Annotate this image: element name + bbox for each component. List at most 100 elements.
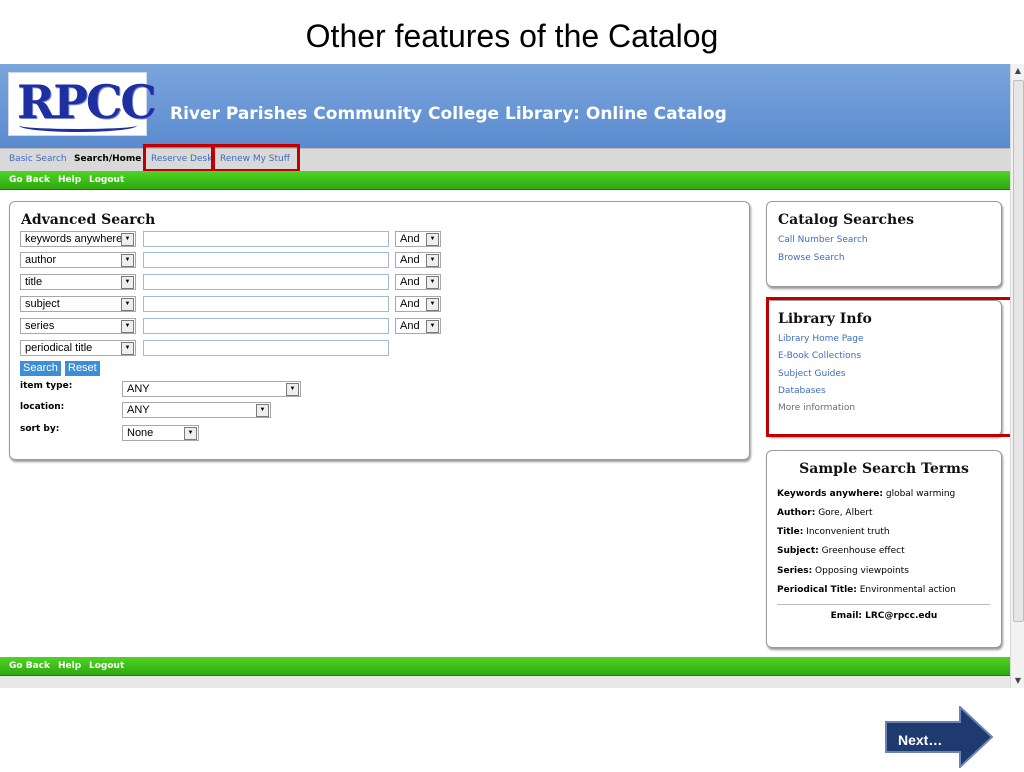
field-select-3[interactable]: title ▼ (20, 274, 136, 290)
next-button[interactable]: Next… (884, 704, 994, 770)
field-select-2-value: author (25, 254, 57, 266)
search-button[interactable]: Search (20, 361, 61, 376)
logo-swoosh-icon (19, 119, 137, 132)
catalog-searches-title: Catalog Searches (778, 212, 915, 228)
search-term-input-5[interactable] (143, 318, 389, 334)
logout-link[interactable]: Logout (89, 661, 124, 671)
field-select-4[interactable]: subject ▼ (20, 296, 136, 312)
tab-search-home[interactable]: Search/Home (74, 154, 141, 164)
top-nav-bar: Go Back Help Logout (0, 171, 1010, 190)
contact-email[interactable]: Email: LRC@rpcc.edu (767, 611, 1001, 621)
reserve-desk-highlight (143, 144, 214, 172)
sample-term-row: Periodical Title: Environmental action (777, 585, 956, 595)
item-type-value: ANY (127, 383, 150, 395)
sort-by-value: None (127, 427, 154, 439)
dropdown-arrow-icon: ▼ (121, 276, 134, 289)
operator-select-5-value: And (400, 320, 420, 332)
dropdown-arrow-icon: ▼ (121, 298, 134, 311)
rpcc-logo[interactable]: RPCC (8, 72, 157, 136)
field-select-5-value: series (25, 320, 55, 332)
sample-search-terms-title: Sample Search Terms (799, 461, 969, 477)
search-term-input-4[interactable] (143, 296, 389, 312)
dropdown-arrow-icon: ▼ (426, 276, 439, 289)
field-select-3-value: title (25, 276, 43, 288)
sample-term-label: Title: (777, 527, 804, 537)
dropdown-arrow-icon: ▼ (426, 254, 439, 267)
go-back-link[interactable]: Go Back (9, 175, 50, 185)
dropdown-arrow-icon: ▼ (121, 254, 134, 267)
vertical-scrollbar[interactable]: ▲ ▼ (1010, 64, 1024, 688)
operator-select-1-value: And (400, 233, 420, 245)
sample-term-value: Inconvenient truth (806, 527, 890, 537)
field-select-2[interactable]: author ▼ (20, 252, 136, 268)
dropdown-arrow-icon: ▼ (426, 233, 439, 246)
library-info-highlight (766, 297, 1018, 437)
item-type-select[interactable]: ANY ▼ (122, 381, 301, 397)
search-term-input-2[interactable] (143, 252, 389, 268)
sample-term-value: Environmental action (859, 585, 956, 595)
field-select-1-value: keywords anywhere (25, 233, 123, 245)
operator-select-5[interactable]: And ▼ (395, 318, 441, 334)
divider (777, 604, 990, 605)
browse-search-link[interactable]: Browse Search (778, 253, 845, 263)
item-type-label: item type: (20, 381, 73, 391)
operator-select-3-value: And (400, 276, 420, 288)
sort-by-label: sort by: (20, 424, 60, 434)
field-select-4-value: subject (25, 298, 60, 310)
call-number-search-link[interactable]: Call Number Search (778, 235, 868, 245)
catalog-header: RPCC River Parishes Community College Li… (0, 64, 1010, 148)
field-select-1[interactable]: keywords anywhere ▼ (20, 231, 136, 247)
reset-button[interactable]: Reset (65, 361, 100, 376)
sample-term-label: Subject: (777, 546, 819, 556)
scroll-down-icon[interactable]: ▼ (1011, 674, 1024, 688)
next-label: Next… (898, 732, 943, 748)
sample-search-terms-panel: Sample Search Terms Keywords anywhere: g… (766, 450, 1002, 648)
dropdown-arrow-icon: ▼ (121, 342, 134, 355)
operator-select-3[interactable]: And ▼ (395, 274, 441, 290)
sample-term-value: global warming (885, 489, 956, 499)
search-term-input-6[interactable] (143, 340, 389, 356)
sample-term-row: Title: Inconvenient truth (777, 527, 890, 537)
browser-viewport: RPCC River Parishes Community College Li… (0, 64, 1024, 688)
location-value: ANY (127, 404, 150, 416)
scroll-thumb[interactable] (1013, 80, 1024, 622)
dropdown-arrow-icon: ▼ (121, 233, 134, 246)
sample-term-label: Series: (777, 566, 813, 576)
help-link[interactable]: Help (58, 175, 81, 185)
operator-select-2[interactable]: And ▼ (395, 252, 441, 268)
sample-term-row: Series: Opposing viewpoints (777, 566, 909, 576)
tab-basic-search[interactable]: Basic Search (9, 154, 67, 164)
sample-term-row: Keywords anywhere: global warming (777, 489, 955, 499)
field-select-5[interactable]: series ▼ (20, 318, 136, 334)
logout-link[interactable]: Logout (89, 175, 124, 185)
site-title: River Parishes Community College Library… (170, 104, 727, 124)
sample-term-label: Keywords anywhere: (777, 489, 883, 499)
location-select[interactable]: ANY ▼ (122, 402, 271, 418)
help-link[interactable]: Help (58, 661, 81, 671)
sample-term-label: Author: (777, 508, 816, 518)
operator-select-1[interactable]: And ▼ (395, 231, 441, 247)
scroll-up-icon[interactable]: ▲ (1011, 64, 1024, 78)
renew-my-stuff-highlight (212, 144, 300, 172)
page-footer-strip (0, 676, 1010, 688)
sort-by-select[interactable]: None ▼ (122, 425, 199, 441)
advanced-search-title: Advanced Search (21, 212, 156, 228)
operator-select-4-value: And (400, 298, 420, 310)
operator-select-4[interactable]: And ▼ (395, 296, 441, 312)
field-select-6[interactable]: periodical title ▼ (20, 340, 136, 356)
location-label: location: (20, 402, 65, 412)
search-term-input-1[interactable] (143, 231, 389, 247)
bottom-nav-bar: Go Back Help Logout (0, 657, 1010, 676)
catalog-searches-panel: Catalog Searches Call Number Search Brow… (766, 201, 1002, 287)
operator-select-2-value: And (400, 254, 420, 266)
dropdown-arrow-icon: ▼ (426, 320, 439, 333)
go-back-link[interactable]: Go Back (9, 661, 50, 671)
advanced-search-panel: Advanced Search keywords anywhere ▼ And ▼ … (9, 201, 750, 460)
search-term-input-3[interactable] (143, 274, 389, 290)
sample-term-value: Opposing viewpoints (815, 566, 909, 576)
dropdown-arrow-icon: ▼ (256, 404, 269, 417)
dropdown-arrow-icon: ▼ (121, 320, 134, 333)
dropdown-arrow-icon: ▼ (426, 298, 439, 311)
dropdown-arrow-icon: ▼ (286, 383, 299, 396)
field-select-6-value: periodical title (25, 342, 93, 354)
